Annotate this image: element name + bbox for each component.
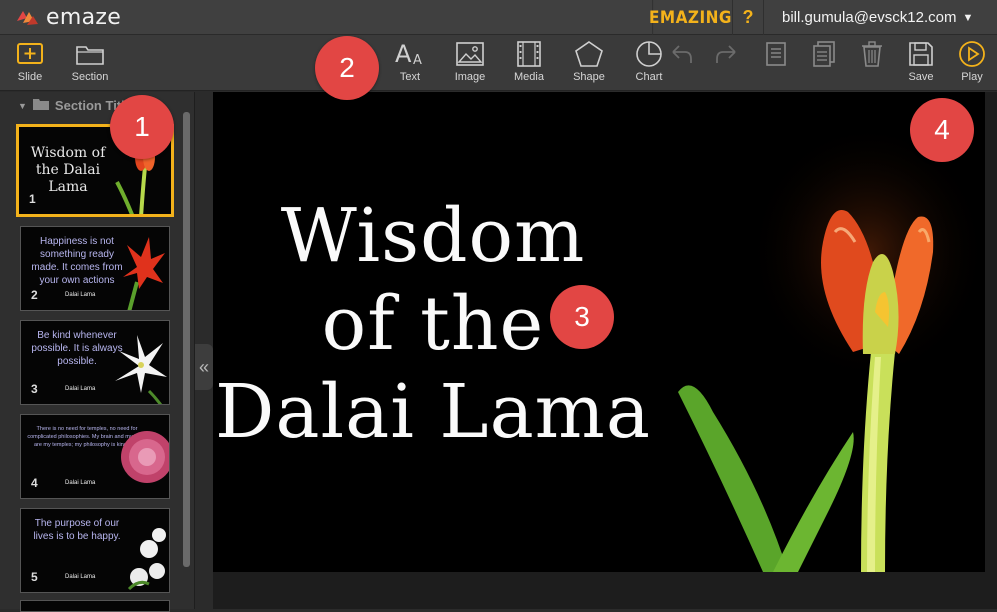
slide-thumbnail-text: Wisdom of the Dalai Lama [30,145,106,195]
svg-text:A: A [413,53,422,68]
image-icon [456,42,484,66]
slide-title-line: Dalai Lama [215,369,651,455]
slide-thumbnail-5[interactable]: The purpose of our lives is to be happy.… [20,508,170,593]
slide-number: 4 [31,476,38,490]
save-button[interactable]: Save [893,39,949,89]
slide-author: Dalai Lama [65,386,96,392]
collapse-triangle-icon: ▼ [18,100,27,111]
flower-thumbnail [109,227,169,310]
collapse-sidebar-button[interactable]: « [195,344,213,390]
app-name: emaze [46,5,122,30]
slide-author: Dalai Lama [65,480,96,486]
pentagon-icon [575,41,603,67]
slide-sidebar: ▼ Section Title Wisdom of the Dalai Lama… [0,92,195,612]
add-shape-button[interactable]: Shape [561,39,617,89]
save-label: Save [908,71,934,83]
flower-thumbnail [109,509,169,592]
double-chevron-left-icon: « [198,356,209,377]
save-icon [909,42,933,66]
add-image-button[interactable]: Image [442,39,498,89]
chevron-down-icon: ▼ [962,11,974,24]
flower-thumbnail [109,415,169,498]
document-icon [766,42,786,66]
slide-number: 2 [31,288,38,302]
slide-author: Dalai Lama [65,574,96,580]
film-icon [517,41,541,67]
account-email: bill.gumula@evsck12.com [782,9,957,26]
callout-marker-4: 4 [910,98,974,162]
emaze-logo-icon [14,7,40,29]
add-slide-label: Slide [17,71,43,83]
play-button[interactable]: Play [944,39,997,89]
callout-marker-1: 1 [110,95,174,159]
add-slide-button[interactable]: Slide [2,39,58,89]
top-bar: emaze EMAZING ? bill.gumula@evsck12.com … [0,0,997,35]
slide-number: 3 [31,382,38,396]
add-text-label: Text [399,71,421,83]
callout-marker-3: 3 [550,285,614,349]
redo-icon [716,45,736,63]
text-icon: AA [395,40,422,68]
emazing-button[interactable]: EMAZING [649,0,731,35]
add-shape-label: Shape [573,71,605,83]
callout-marker-2: 2 [315,36,379,100]
undo-icon [672,45,692,63]
play-label: Play [961,71,983,83]
sidebar-scrollbar[interactable] [183,112,190,567]
add-slide-icon [17,43,43,64]
add-section-label: Section [71,71,109,83]
slide-canvas[interactable]: Wisdom of the Dalai Lama [213,92,997,609]
amaryllis-flower-image[interactable] [623,92,985,572]
slide-number: 5 [31,570,38,584]
help-button[interactable]: ? [732,0,764,35]
flower-thumbnail [109,321,169,404]
slide-thumbnail-2[interactable]: Happiness is not something ready made. I… [20,226,170,311]
account-menu[interactable]: bill.gumula@evsck12.com ▼ [770,0,973,35]
copy-icon [813,41,835,67]
slide-number: 1 [29,192,36,206]
folder-icon [76,46,104,65]
redo-button[interactable] [699,39,755,89]
slide-thumbnail-6[interactable] [20,600,170,612]
play-icon [959,41,985,67]
add-image-label: Image [454,71,486,83]
editor-toolbar: Slide Section AA Text Image Media Shape … [0,35,997,91]
trash-icon [862,41,882,67]
slide-author: Dalai Lama [65,292,96,298]
add-media-button[interactable]: Media [501,39,557,89]
delete-button[interactable] [844,39,900,89]
add-section-button[interactable]: Section [62,39,118,89]
add-text-button[interactable]: AA Text [382,39,438,89]
slide-thumbnail-4[interactable]: There is no need for temples, no need fo… [20,414,170,499]
folder-icon [32,98,49,113]
slide-title-line: Wisdom [280,193,586,279]
emaze-logo[interactable]: emaze [14,5,121,30]
slide-thumbnail-3[interactable]: Be kind whenever possible. It is always … [20,320,170,405]
add-media-label: Media [514,71,544,83]
svg-text:A: A [395,40,412,68]
